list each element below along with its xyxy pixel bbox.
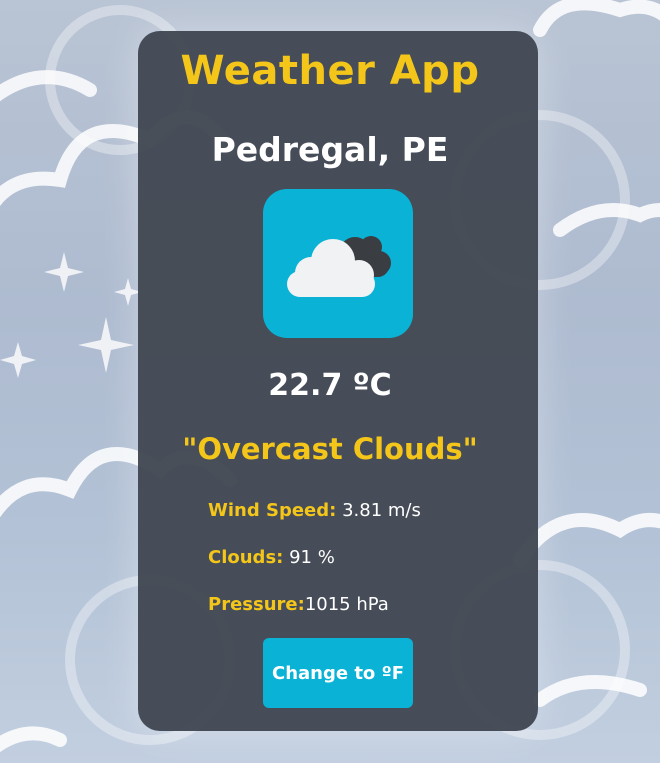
pressure-row: Pressure:1015 hPa — [208, 594, 389, 615]
pressure-label: Pressure: — [208, 594, 305, 615]
clouds-label: Clouds: — [208, 547, 284, 568]
weather-icon-box — [263, 189, 413, 338]
temperature: 22.7 ºC — [268, 368, 392, 403]
wind-speed-value: 3.81 m/s — [342, 500, 421, 521]
pressure-value: 1015 hPa — [304, 594, 389, 615]
clouds-value: 91 % — [289, 547, 335, 568]
change-unit-button[interactable]: Change to ºF — [263, 638, 413, 708]
cloud-icon — [287, 236, 391, 297]
app-title: Weather App — [180, 48, 480, 94]
clouds-row: Clouds: 91 % — [208, 547, 335, 568]
weather-description: "Overcast Clouds" — [182, 432, 478, 466]
wind-speed-label: Wind Speed: — [208, 500, 337, 521]
wind-speed-row: Wind Speed: 3.81 m/s — [208, 500, 421, 521]
city-name: Pedregal, PE — [211, 130, 449, 169]
